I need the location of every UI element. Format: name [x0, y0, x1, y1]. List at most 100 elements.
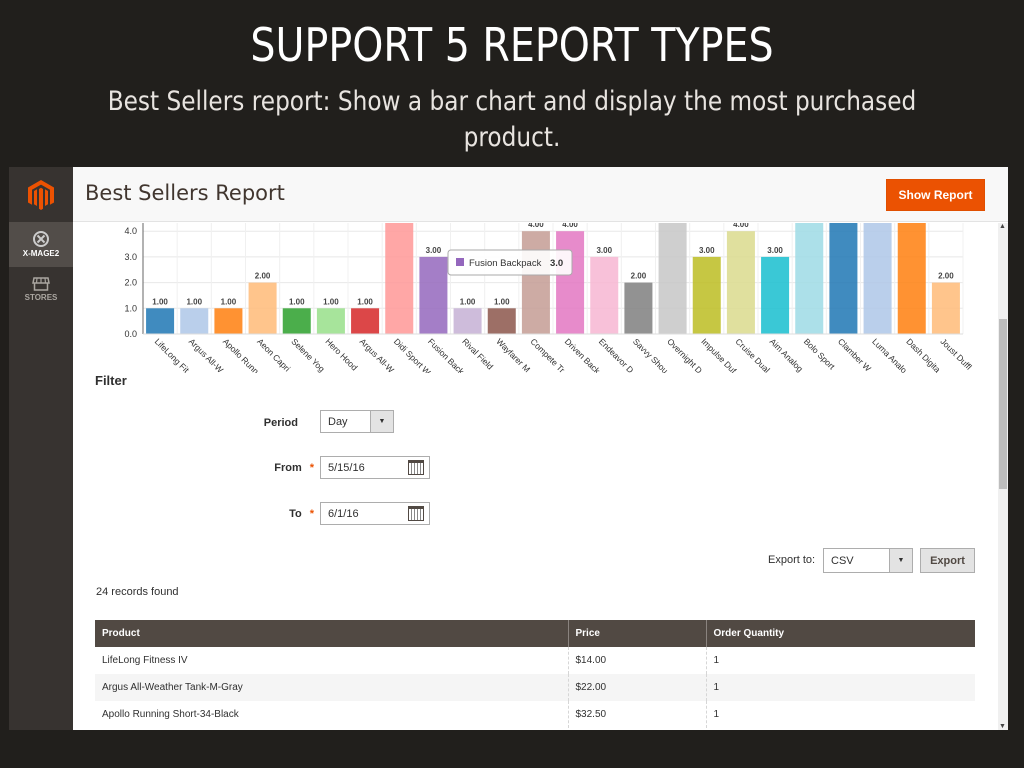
sidebar-item-stores[interactable]: STORES — [9, 267, 73, 312]
x-tick-label: Impulse Duf — [699, 336, 739, 373]
x-tick-label: Hero Hood — [324, 336, 360, 372]
bar[interactable] — [931, 282, 960, 334]
bar-value-label: 1.00 — [323, 297, 339, 306]
calendar-icon[interactable] — [408, 506, 424, 521]
magento-logo-icon — [28, 179, 54, 210]
column-header-order-quantity[interactable]: Order Quantity — [706, 620, 975, 647]
bar[interactable] — [487, 308, 516, 334]
x-circle-icon — [33, 231, 49, 247]
sidebar-item-x-mage2[interactable]: X-MAGE2 — [9, 222, 73, 267]
bar[interactable] — [795, 223, 824, 334]
bar[interactable] — [419, 256, 448, 334]
cell-product: LifeLong Fitness IV — [95, 647, 569, 674]
bar-value-label: 1.00 — [357, 297, 373, 306]
bar[interactable] — [761, 256, 790, 334]
calendar-icon[interactable] — [408, 460, 424, 475]
y-tick-label: 4.0 — [124, 226, 137, 236]
bar[interactable] — [180, 308, 209, 334]
bar[interactable] — [521, 231, 550, 334]
vertical-scrollbar[interactable]: ▲ ▼ — [998, 223, 1008, 730]
required-mark: * — [309, 462, 314, 474]
bar[interactable] — [453, 308, 482, 334]
bar[interactable] — [726, 231, 755, 334]
x-tick-label: LifeLong Fit — [153, 336, 192, 373]
page-header: Best Sellers Report Show Report — [73, 167, 1008, 222]
from-label-text: From — [274, 462, 302, 474]
bar[interactable] — [316, 308, 345, 334]
chevron-down-icon[interactable]: ▼ — [889, 549, 912, 572]
bar-value-label: 4.00 — [733, 223, 749, 229]
bar[interactable] — [658, 223, 687, 334]
scroll-down-arrow-icon[interactable]: ▼ — [999, 723, 1006, 730]
bar[interactable] — [214, 308, 243, 334]
column-header-price[interactable]: Price — [568, 620, 707, 647]
bar-value-label: 2.00 — [255, 272, 271, 281]
x-tick-label: Cruise Dual — [734, 336, 773, 373]
records-found: 24 records found — [96, 586, 179, 598]
bar[interactable] — [351, 308, 380, 334]
scrollbar-thumb[interactable] — [999, 319, 1007, 489]
bar[interactable] — [897, 223, 926, 334]
tooltip-swatch — [456, 258, 464, 266]
export-button[interactable]: Export — [920, 548, 975, 573]
cell-product: Argus All-Weather Tank-M-Gray — [95, 674, 569, 701]
bar[interactable] — [282, 308, 311, 334]
bar[interactable] — [248, 282, 277, 334]
x-tick-label: Savvy Shou — [631, 336, 670, 373]
main-content: Best Sellers Report Show Report 0.0 1.0 2.… — [73, 167, 1008, 730]
bar[interactable] — [385, 223, 414, 334]
cell-order-quantity: 1 — [706, 647, 975, 674]
x-tick-label: Argus All-W — [358, 336, 396, 373]
period-select-value: Day — [328, 416, 348, 428]
cell-price: $22.00 — [568, 674, 707, 701]
required-mark: * — [309, 508, 314, 520]
best-sellers-chart: 0.0 1.0 2.0 3.0 4.0 1.00 LifeLong Fit 1.00 Argus… — [73, 223, 998, 373]
bar-value-label: 3.00 — [767, 246, 783, 255]
bar[interactable] — [146, 308, 175, 334]
bar-value-label: 4.00 — [528, 223, 544, 229]
cell-product: Apollo Running Short-34-Black — [95, 701, 569, 728]
bar-chart-svg: 0.0 1.0 2.0 3.0 4.0 1.00 LifeLong Fit 1.00 Argus… — [124, 223, 974, 373]
bar[interactable] — [624, 282, 653, 334]
y-tick-label: 3.0 — [124, 252, 137, 262]
x-tick-label: Luma Analo — [870, 336, 909, 373]
chevron-down-icon[interactable]: ▼ — [370, 411, 393, 432]
x-tick-label: Dash Digita — [904, 336, 942, 373]
to-date-value: 6/1/16 — [328, 508, 359, 520]
bar[interactable] — [692, 256, 721, 334]
x-tick-label: Argus All-W — [187, 336, 225, 373]
period-label: Period — [263, 417, 298, 429]
bar[interactable] — [829, 223, 858, 334]
bar-value-label: 1.00 — [494, 297, 510, 306]
y-tick-label: 0.0 — [124, 329, 137, 339]
bar[interactable] — [590, 256, 619, 334]
from-date-input[interactable]: 5/15/16 — [320, 456, 430, 479]
to-label: To * — [233, 508, 314, 520]
to-date-input[interactable]: 6/1/16 — [320, 502, 430, 525]
x-tick-label: Clamber W — [836, 336, 873, 373]
best-sellers-table: Product Price Order Quantity LifeLong Fi… — [95, 620, 975, 728]
export-format-select[interactable]: CSV ▼ — [823, 548, 913, 573]
export-to-label: Export to: — [768, 554, 816, 566]
x-tick-label: Joust Duffl — [939, 336, 974, 371]
sidebar: X-MAGE2 STORES — [9, 167, 73, 730]
cell-order-quantity: 1 — [706, 701, 975, 728]
x-tick-label: Selene Yog — [289, 336, 327, 373]
to-label-text: To — [289, 508, 302, 520]
bar-value-label: 2.00 — [631, 272, 647, 281]
magento-logo[interactable] — [9, 167, 73, 222]
bar-value-label: 1.00 — [221, 297, 237, 306]
cell-price: $32.50 — [568, 701, 707, 728]
scroll-up-arrow-icon[interactable]: ▲ — [999, 223, 1006, 230]
tooltip-label: Fusion Backpack — [469, 258, 542, 269]
sidebar-item-label: X-MAGE2 — [22, 249, 60, 258]
cell-order-quantity: 1 — [706, 674, 975, 701]
bar[interactable] — [556, 231, 585, 334]
admin-screen: X-MAGE2 STORES Best Sellers Report Show … — [9, 167, 1008, 730]
show-report-button[interactable]: Show Report — [886, 179, 985, 211]
bar[interactable] — [863, 223, 892, 334]
filter-heading: Filter — [95, 373, 127, 388]
column-header-product[interactable]: Product — [95, 620, 569, 647]
period-select[interactable]: Day ▼ — [320, 410, 394, 433]
x-tick-label: Wayfarer M — [494, 336, 532, 373]
